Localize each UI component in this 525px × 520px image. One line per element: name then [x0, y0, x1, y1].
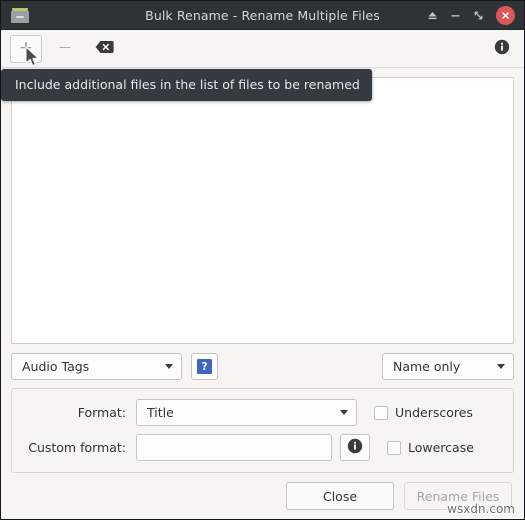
title-bar: Bulk Rename - Rename Multiple Files: [1, 1, 524, 30]
tooltip: Include additional files in the list of …: [1, 69, 372, 101]
help-button[interactable]: ?: [191, 353, 218, 380]
format-label: Format:: [77, 405, 126, 420]
format-value: Title: [147, 405, 174, 420]
lowercase-label: Lowercase: [408, 440, 474, 455]
toolbar: + −: [1, 30, 524, 68]
file-list[interactable]: [11, 77, 514, 344]
chevron-down-icon: [497, 364, 505, 369]
format-row: Format: Title Underscores: [22, 398, 503, 427]
mode-row: Audio Tags ? Name only: [1, 344, 524, 388]
scope-combo[interactable]: Name only: [382, 353, 514, 380]
file-drawer-icon: [11, 7, 29, 23]
tag-source-value: Audio Tags: [22, 359, 90, 374]
clear-all-icon: [95, 39, 114, 58]
custom-format-row: Custom format: Lowercase: [22, 433, 503, 462]
custom-format-input[interactable]: [136, 434, 332, 461]
chevron-down-icon: [340, 410, 348, 415]
remove-files-button[interactable]: −: [49, 35, 81, 63]
clear-all-button[interactable]: [88, 35, 120, 63]
underscores-checkbox[interactable]: [374, 405, 388, 420]
bulk-rename-window: Bulk Rename - Rename Multiple Files + − …: [0, 0, 525, 520]
file-list-area: [1, 68, 524, 344]
underscores-checkbox-row[interactable]: Underscores: [374, 405, 473, 420]
custom-format-info-button[interactable]: [340, 434, 370, 461]
chevron-down-icon: [165, 364, 173, 369]
watermark: wsxdn.com: [447, 502, 515, 516]
tag-source-combo[interactable]: Audio Tags: [11, 353, 182, 380]
add-files-label: +: [18, 38, 34, 58]
custom-format-label: Custom format:: [28, 440, 126, 455]
restore-icon[interactable]: [467, 4, 489, 26]
window-controls: [421, 4, 524, 26]
shade-icon[interactable]: [421, 4, 443, 26]
format-panel: Format: Title Underscores Custom format:: [11, 388, 514, 473]
scope-value: Name only: [393, 359, 461, 374]
underscores-label: Underscores: [395, 405, 473, 420]
help-badge: ?: [197, 359, 212, 374]
info-icon: [494, 39, 510, 59]
lowercase-checkbox-row[interactable]: Lowercase: [387, 440, 474, 455]
close-icon[interactable]: [496, 5, 515, 25]
minimize-icon[interactable]: [444, 4, 466, 26]
toolbar-info-button[interactable]: [489, 36, 515, 62]
action-bar: Close Rename Files: [1, 473, 524, 519]
format-combo[interactable]: Title: [136, 399, 357, 426]
remove-files-label: −: [57, 38, 73, 58]
lowercase-checkbox[interactable]: [387, 440, 401, 455]
add-files-button[interactable]: +: [10, 34, 42, 63]
close-button[interactable]: Close: [286, 482, 394, 510]
info-icon: [347, 438, 363, 458]
